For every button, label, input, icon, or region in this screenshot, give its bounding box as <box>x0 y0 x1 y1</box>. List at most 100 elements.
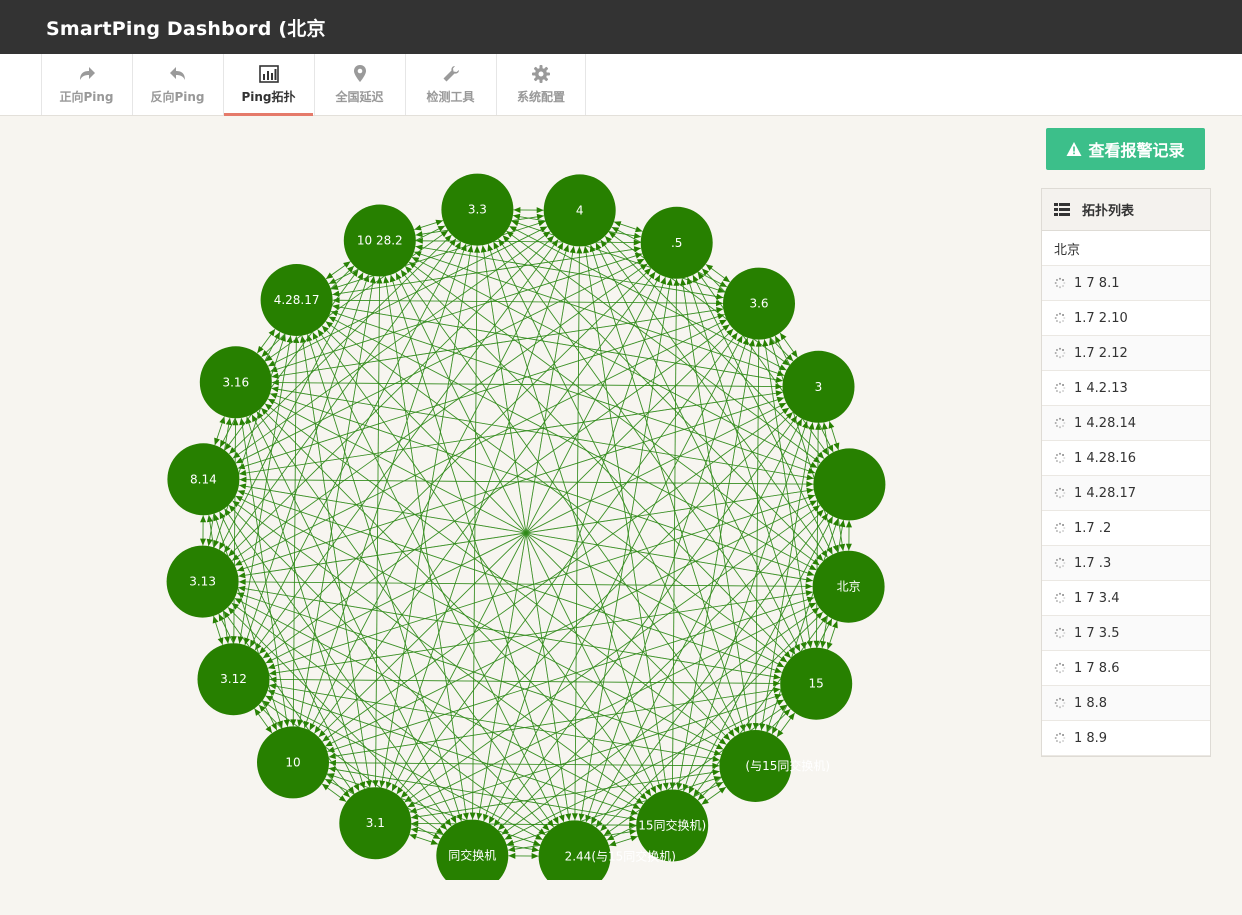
forward-arrow-icon <box>79 67 95 80</box>
edge-arrowhead <box>775 376 783 383</box>
edge-arrowhead <box>775 390 783 397</box>
edge-arrowhead <box>214 437 220 446</box>
edge-arrowhead <box>806 570 815 576</box>
edge-arrowhead <box>237 636 244 644</box>
topology-list-item[interactable]: 1 7 3.5 <box>1042 616 1210 651</box>
edge-arrowhead <box>806 474 814 481</box>
topology-edge <box>827 626 836 650</box>
panel-header: 拓扑列表 <box>1042 189 1210 231</box>
alarm-button-label: 查看报警记录 <box>1088 143 1185 160</box>
topology-list-item[interactable]: 1 7 8.1 <box>1042 266 1210 301</box>
edge-arrowhead <box>779 655 788 663</box>
edge-arrowhead <box>846 520 852 528</box>
edge-arrowhead <box>774 667 782 673</box>
warning-icon <box>1066 142 1082 156</box>
topology-node[interactable]: 3.3 <box>441 173 514 246</box>
tab-label: 反向Ping <box>150 90 205 104</box>
topology-node[interactable]: 4.28.17 <box>260 264 333 336</box>
topology-list-item[interactable]: 1.7 .3 <box>1042 546 1210 581</box>
tab-check-tools[interactable]: 检测工具 <box>405 54 495 115</box>
node-circle <box>813 448 886 521</box>
topology-edge <box>268 684 715 760</box>
tab-system-config[interactable]: 系统配置 <box>496 54 586 115</box>
edge-arrowhead <box>511 220 520 227</box>
edge-arrowhead <box>480 245 487 253</box>
topology-edge <box>672 284 677 790</box>
tab-forward-ping[interactable]: 正向Ping <box>41 54 131 115</box>
edge-arrowhead <box>531 853 539 859</box>
node-label: 3.3 <box>468 203 487 217</box>
topology-list-item[interactable]: 1 4.28.16 <box>1042 441 1210 476</box>
edge-arrowhead <box>217 637 224 645</box>
topology-node[interactable]: 3.6 <box>723 267 795 340</box>
topology-list-item[interactable]: 1 4.28.14 <box>1042 406 1210 441</box>
edge-arrowhead <box>811 607 820 615</box>
edge-arrowhead <box>666 278 673 286</box>
topology-list-item[interactable]: 1.7 .2 <box>1042 511 1210 546</box>
edge-arrowhead <box>718 787 727 794</box>
tab-label: 正向Ping <box>59 90 114 104</box>
topology-list-item[interactable]: 1 8.9 <box>1042 721 1210 756</box>
edge-arrowhead <box>206 538 213 547</box>
view-alarm-records-button[interactable]: 查看报警记录 <box>1046 128 1205 170</box>
topology-list-item[interactable]: 1 4.2.13 <box>1042 371 1210 406</box>
topology-node[interactable]: 4 <box>543 174 616 247</box>
topology-node[interactable]: 3.16 <box>199 346 272 419</box>
edge-arrowhead <box>547 819 554 828</box>
topology-edge <box>375 276 380 782</box>
topology-edge <box>238 484 808 581</box>
edge-arrowhead <box>512 213 521 220</box>
topology-root-item[interactable]: 北京 <box>1042 231 1210 266</box>
spinner-icon <box>1054 522 1066 534</box>
topology-edge <box>400 269 732 733</box>
edge-arrowhead <box>449 238 456 246</box>
topology-list-item[interactable]: 1.7 2.10 <box>1042 301 1210 336</box>
node-label: 3.13 <box>189 575 216 589</box>
topology-node[interactable]: 8.14 <box>167 443 240 516</box>
topology-node[interactable]: 3.12 <box>197 643 270 716</box>
topology-list-panel: 拓扑列表 北京 1 7 8.1 1.7 2.10 1.7 2.12 1 4.2.13 1… <box>1041 188 1211 757</box>
edge-arrowhead <box>467 245 474 253</box>
edge-arrowhead <box>583 246 590 254</box>
topology-list-item[interactable]: 1 4.28.17 <box>1042 476 1210 511</box>
edge-arrowhead <box>558 814 565 822</box>
tab-national-latency[interactable]: 全国延迟 <box>314 54 404 115</box>
edge-arrowhead <box>716 293 724 300</box>
edge-arrowhead <box>265 725 272 734</box>
edge-arrowhead <box>762 339 769 347</box>
tab-label: 全国延迟 <box>335 90 384 104</box>
edge-arrowhead <box>536 213 545 220</box>
topology-list-item[interactable]: 1 7 8.6 <box>1042 651 1210 686</box>
tab-reverse-ping[interactable]: 反向Ping <box>132 54 222 115</box>
top-bar: SmartPing Dashbord (北京 <box>0 0 1242 54</box>
edge-arrowhead <box>224 636 231 644</box>
topology-node[interactable]: 10 28.2 <box>343 204 416 277</box>
topology-node[interactable]: 3 <box>782 350 855 423</box>
tab-label: Ping拓扑 <box>241 90 296 104</box>
topology-node[interactable]: 同交换机 <box>436 819 509 880</box>
edge-arrowhead <box>776 396 785 403</box>
topology-edge <box>265 405 782 664</box>
tab-ping-topology[interactable]: Ping拓扑 <box>223 54 313 116</box>
topology-list-item[interactable]: 1 7 3.4 <box>1042 581 1210 616</box>
spinner-icon <box>1054 592 1066 604</box>
topology-list-item[interactable]: 1.7 2.12 <box>1042 336 1210 371</box>
edge-arrowhead <box>630 835 638 842</box>
topology-node[interactable]: 10 <box>257 726 329 799</box>
topology-node[interactable] <box>813 448 886 521</box>
edge-arrowhead <box>543 231 551 238</box>
edge-arrowhead <box>513 207 521 213</box>
topology-node[interactable]: (与15同交换机) <box>719 730 830 802</box>
topology-node[interactable]: 3.13 <box>166 545 239 618</box>
edge-arrowhead <box>719 738 727 745</box>
node-label: (与15同交换机) <box>745 758 830 773</box>
topology-list-item[interactable]: 1 8.8 <box>1042 686 1210 721</box>
topology-node[interactable]: 3.1 <box>339 787 412 860</box>
spinner-icon <box>1054 312 1066 324</box>
edge-arrowhead <box>773 687 781 694</box>
topology-node[interactable]: 15 <box>780 647 853 720</box>
edge-arrowhead <box>640 263 648 271</box>
edge-arrowhead <box>812 558 820 566</box>
topology-node[interactable]: 北京 <box>812 550 885 623</box>
topology-node[interactable]: .5 <box>640 206 713 279</box>
